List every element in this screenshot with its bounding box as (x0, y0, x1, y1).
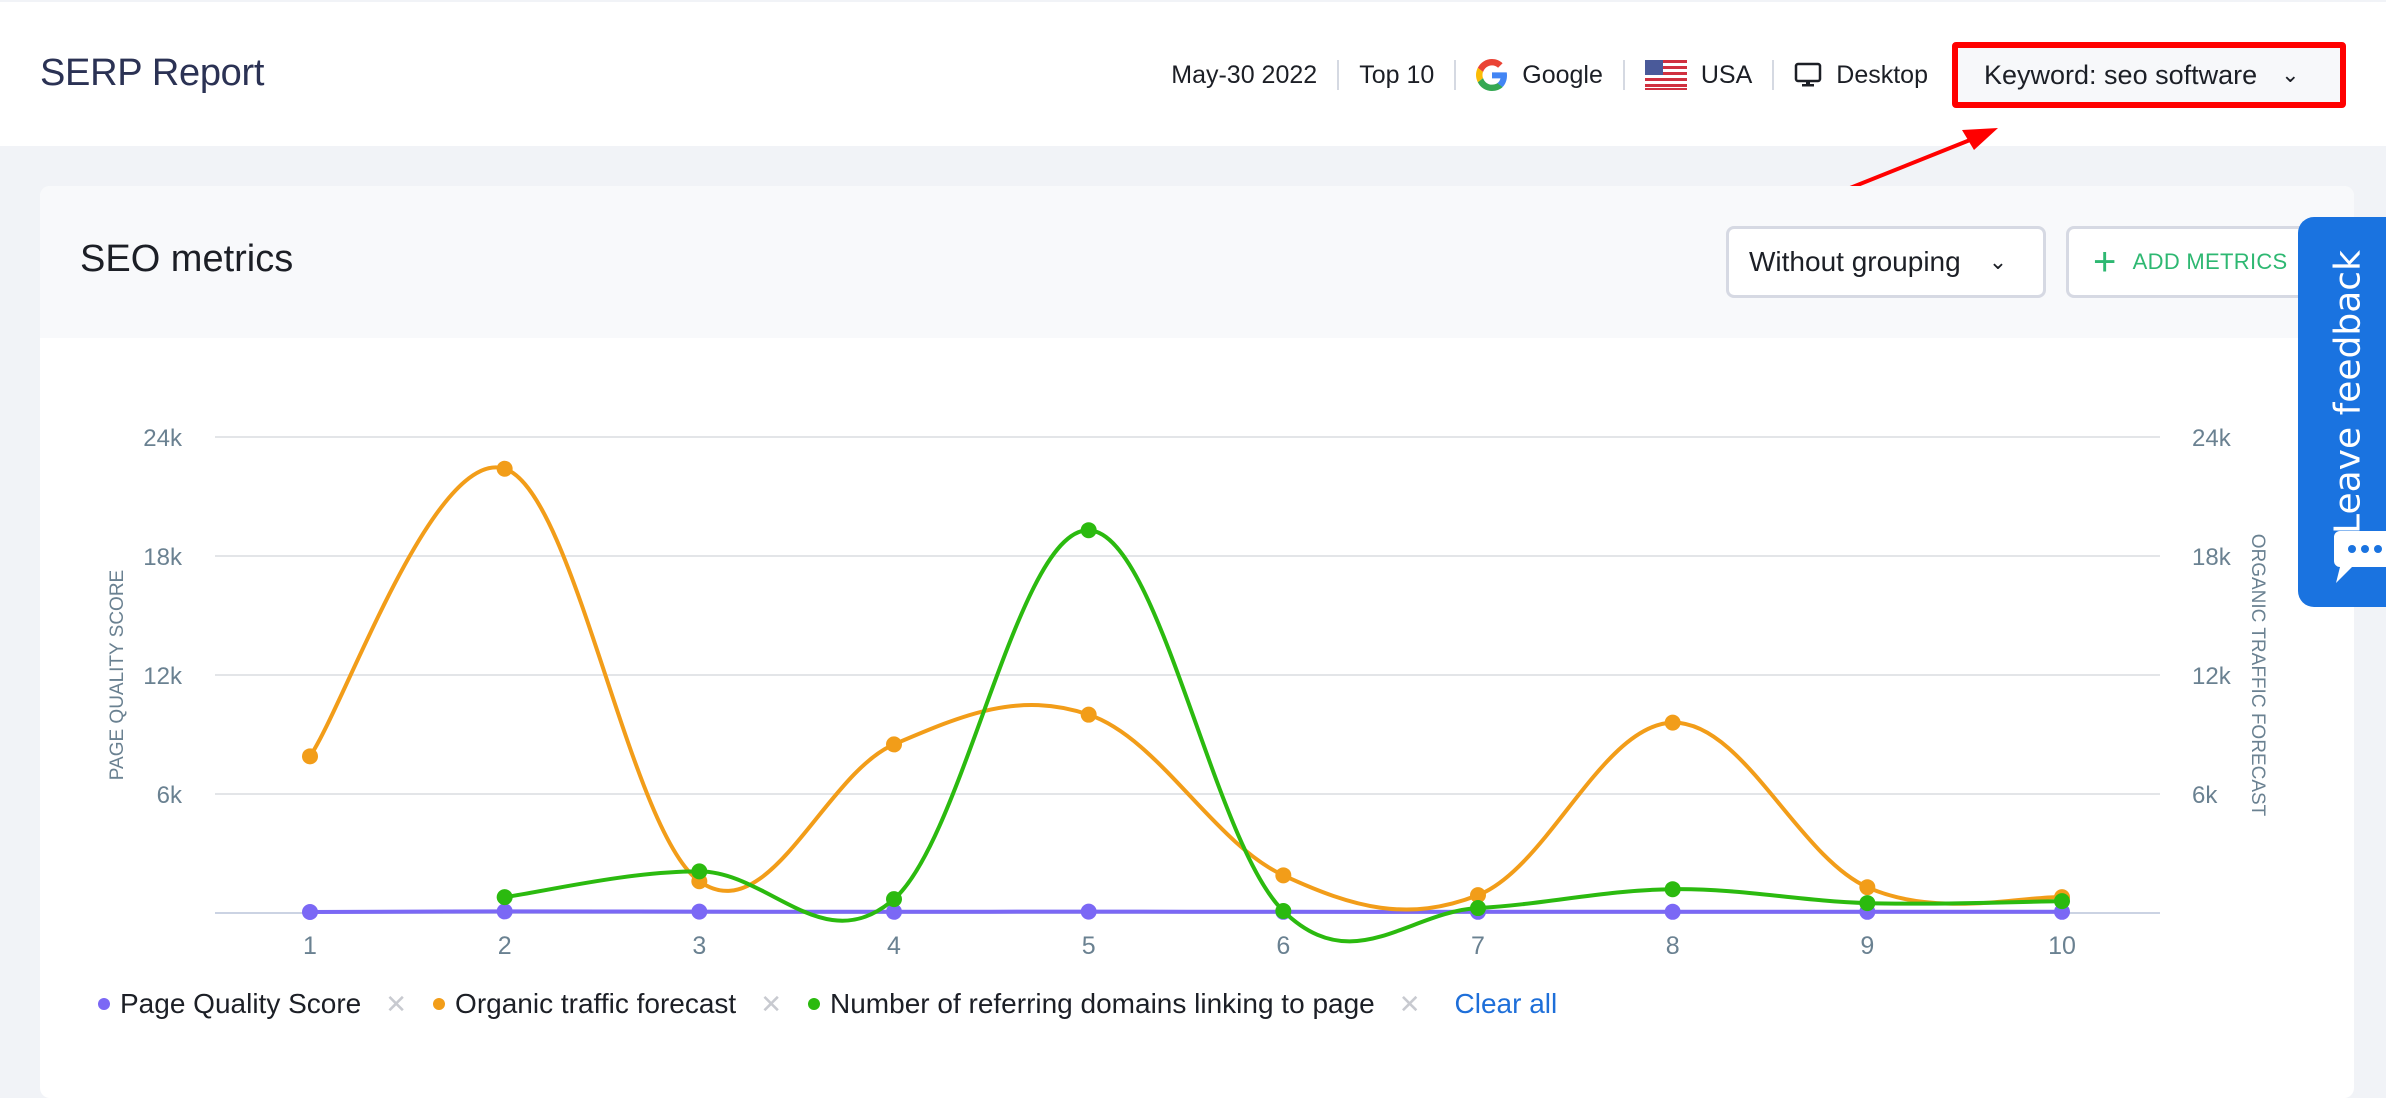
data-point-number-of-referring-domains-linking-to-page (1664, 881, 1681, 898)
x-tick-label: 2 (498, 932, 512, 960)
y-tick-label-left: 6k (157, 782, 183, 809)
x-tick-label: 4 (887, 932, 901, 960)
remove-metric-icon[interactable]: ✕ (760, 989, 782, 1020)
legend-dot (433, 998, 446, 1010)
x-tick-label: 1 (303, 932, 317, 960)
leave-feedback-tab[interactable]: Leave feedback (2298, 217, 2386, 607)
remove-metric-icon[interactable]: ✕ (1399, 989, 1421, 1020)
data-point-page-quality-score (302, 904, 318, 921)
y-tick-label-right: 24k (2192, 425, 2232, 452)
x-tick-label: 10 (2048, 932, 2076, 960)
data-point-number-of-referring-domains-linking-to-page (1080, 522, 1097, 539)
y-axis-title-right: ORGANIC TRAFFIC FORECAST (2247, 534, 2268, 817)
remove-metric-icon[interactable]: ✕ (385, 989, 407, 1020)
data-point-page-quality-score (1080, 903, 1097, 920)
data-point-organic-traffic-forecast (1859, 879, 1876, 896)
series-line-page-quality-score (309, 909, 2062, 915)
data-point-organic-traffic-forecast (1275, 867, 1292, 884)
chart-legend: Page Quality Score ✕ Organic traffic for… (98, 988, 1557, 1020)
x-tick-label: 5 (1082, 932, 1096, 960)
y-tick-label-left: 24k (143, 425, 183, 452)
legend-dot (808, 998, 820, 1010)
legend-label: Page Quality Score (120, 988, 362, 1019)
data-point-number-of-referring-domains-linking-to-page (691, 863, 708, 880)
data-point-number-of-referring-domains-linking-to-page (1859, 895, 1876, 912)
data-point-number-of-referring-domains-linking-to-page (886, 891, 902, 908)
data-point-organic-traffic-forecast (886, 736, 902, 753)
data-point-organic-traffic-forecast (302, 748, 318, 765)
data-point-organic-traffic-forecast (1664, 714, 1681, 731)
data-point-organic-traffic-forecast (496, 460, 513, 477)
legend-item-referring-domains[interactable]: Number of referring domains linking to p… (808, 988, 1421, 1020)
legend-item-page-quality[interactable]: Page Quality Score ✕ (98, 988, 407, 1020)
y-tick-label-left: 18k (143, 544, 183, 571)
legend-dot (98, 998, 110, 1010)
x-tick-label: 9 (1860, 932, 1874, 960)
data-point-number-of-referring-domains-linking-to-page (1275, 903, 1292, 920)
y-axis-title-left: PAGE QUALITY SCORE (107, 570, 128, 780)
y-tick-label-right: 6k (2192, 782, 2218, 809)
leave-feedback-label: Leave feedback (2327, 250, 2369, 534)
legend-label: Organic traffic forecast (455, 988, 737, 1019)
chart-area: 6k 6k 12k 12k 18k 18k 24k 24k 1 2 3 4 5 6 7 8 9 10 PAGE QU… (0, 0, 2386, 1098)
x-tick-label: 7 (1471, 932, 1485, 960)
data-point-number-of-referring-domains-linking-to-page (2054, 893, 2070, 910)
data-point-page-quality-score (691, 903, 708, 920)
y-tick-label-right: 12k (2192, 663, 2232, 690)
data-point-organic-traffic-forecast (1080, 706, 1097, 723)
x-tick-label: 6 (1276, 932, 1290, 960)
data-point-page-quality-score (496, 903, 513, 920)
seo-metrics-chart: 6k 6k 12k 12k 18k 18k 24k 24k 1 2 3 4 5 6 7 8 9 10 PAGE QU… (107, 425, 2268, 960)
data-point-page-quality-score (1664, 903, 1681, 920)
data-point-number-of-referring-domains-linking-to-page (1470, 900, 1486, 917)
series-line-organic-traffic-forecast (308, 465, 2063, 912)
x-tick-label: 8 (1666, 932, 1680, 960)
legend-label: Number of referring domains linking to p… (830, 988, 1375, 1019)
x-tick-label: 3 (692, 932, 706, 960)
clear-all-link[interactable]: Clear all (1455, 988, 1558, 1020)
data-point-number-of-referring-domains-linking-to-page (496, 889, 513, 906)
y-tick-label-left: 12k (143, 663, 183, 690)
chat-bubble-icon (2334, 531, 2386, 583)
y-tick-label-right: 18k (2192, 544, 2232, 571)
legend-item-organic-traffic[interactable]: Organic traffic forecast ✕ (433, 988, 782, 1020)
